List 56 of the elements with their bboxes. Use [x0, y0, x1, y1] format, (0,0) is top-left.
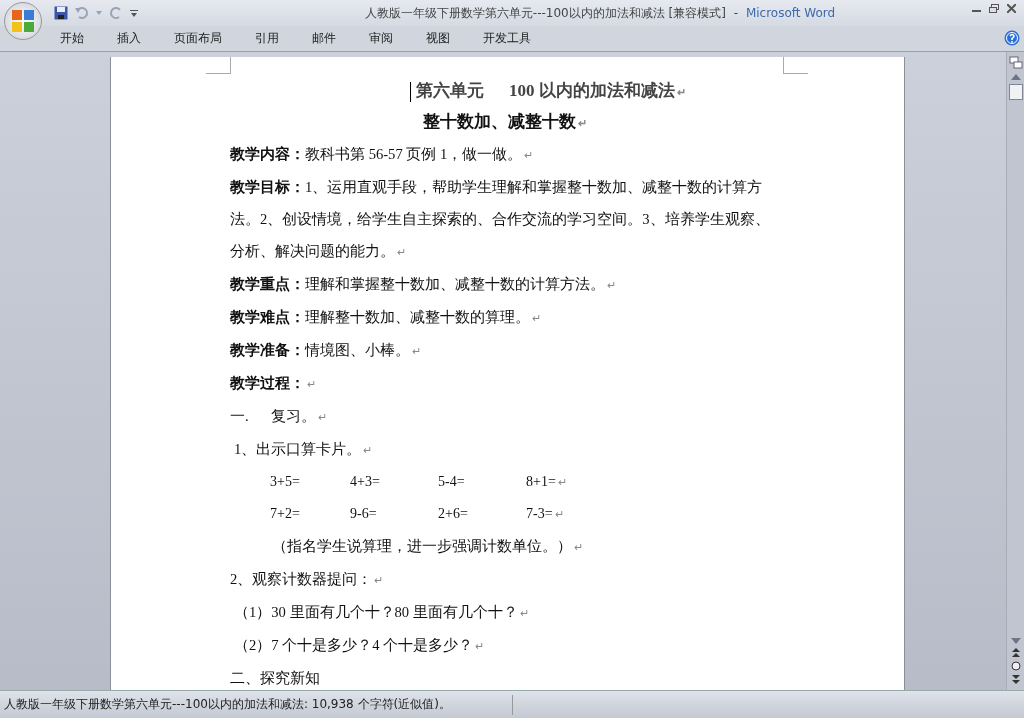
next-page-icon[interactable]	[1011, 675, 1020, 684]
status-text: 人教版一年级下册数学第六单元---100以内的加法和减法: 10,938 个字符(近似值)。	[3, 696, 452, 713]
scroll-thumb[interactable]	[1008, 84, 1023, 100]
paragraph: （指名学生说算理，进一步强调计数单位。）↵	[272, 538, 583, 554]
paragraph: 一. 复习。↵	[230, 408, 327, 424]
office-button[interactable]	[4, 2, 42, 40]
title-separator: -	[733, 5, 739, 20]
vertical-scrollbar[interactable]	[1006, 52, 1024, 690]
ribbon-tab[interactable]: 开始	[46, 28, 98, 49]
margin-corner-mark	[783, 57, 808, 74]
equation: 7+2=	[270, 505, 301, 523]
equation: 8+1=	[526, 473, 556, 491]
previous-page-icon[interactable]	[1011, 648, 1020, 657]
paragraph-mark: ↵	[557, 475, 567, 490]
document-subtitle: 整十数加、减整十数	[423, 112, 577, 131]
paragraph: （1）30 里面有几个十？80 里面有几个十？↵	[234, 604, 529, 620]
ribbon-tab[interactable]: 插入	[103, 28, 155, 49]
ribbon-tab[interactable]: 视图	[412, 28, 464, 49]
ribbon-tab[interactable]: 邮件	[298, 28, 350, 49]
paragraph: 教学过程：↵	[230, 375, 316, 391]
paragraph-mark: ↵	[578, 117, 588, 129]
equation: 2+6=	[438, 505, 469, 523]
paragraph: 教学重点：理解和掌握整十数加、减整十数的计算方法。↵	[230, 276, 616, 292]
ribbon-tab[interactable]: 审阅	[355, 28, 407, 49]
paragraph: 1、出示口算卡片。↵	[234, 441, 373, 457]
paragraph-mark: ↵	[676, 86, 686, 98]
window-title: 人教版一年级下册数学第六单元---100以内的加法和减法 [兼容模式]	[364, 5, 726, 20]
scroll-up-icon[interactable]	[1010, 74, 1021, 80]
restore-icon[interactable]	[989, 4, 999, 13]
ribbon-tab[interactable]: 页面布局	[160, 28, 236, 49]
equation: 4+3=	[350, 473, 381, 491]
equation: 9-6=	[350, 505, 378, 523]
help-icon[interactable]	[1004, 30, 1020, 46]
paragraph: 教学难点：理解整十数加、减整十数的算理。↵	[230, 309, 541, 325]
browse-object-icon[interactable]	[1010, 661, 1021, 671]
text-cursor	[410, 82, 412, 103]
save-icon[interactable]	[54, 6, 68, 20]
equation: 5-4=	[438, 473, 466, 491]
paragraph: 教学内容：教科书第 56-57 页例 1，做一做。↵	[230, 146, 534, 162]
office-logo-icon	[10, 8, 36, 34]
customize-toolbar-icon[interactable]	[130, 9, 138, 17]
document-title: 第六单元 100 以内的加法和减法	[415, 81, 675, 100]
paragraph: 2、观察计数器提问：↵	[230, 571, 384, 587]
app-name: Microsoft Word	[745, 5, 836, 20]
ribbon-tab[interactable]: 开发工具	[469, 28, 545, 49]
margin-corner-mark	[206, 57, 231, 74]
paragraph-mark: ↵	[554, 507, 564, 522]
equation: 7-3=	[526, 505, 553, 523]
equation: 3+5=	[270, 473, 301, 491]
paragraph: 教学目标：1、运用直观手段，帮助学生理解和掌握整十数加、减整十数的计算方法。2、创设情境，给学生自主探索的、合作交流的学习空间。3、培养学生观察、分析、解决问题的能力。↵	[230, 179, 770, 259]
paragraph: 教学准备：情境图、小棒。↵	[230, 342, 421, 358]
ribbon-tab[interactable]: 引用	[241, 28, 293, 49]
split-icon[interactable]	[1008, 56, 1023, 70]
paragraph: （2）7 个十是多少？4 个十是多少？↵	[234, 637, 485, 653]
close-icon[interactable]	[1007, 4, 1016, 13]
paragraph: 二、探究新知	[230, 670, 320, 686]
